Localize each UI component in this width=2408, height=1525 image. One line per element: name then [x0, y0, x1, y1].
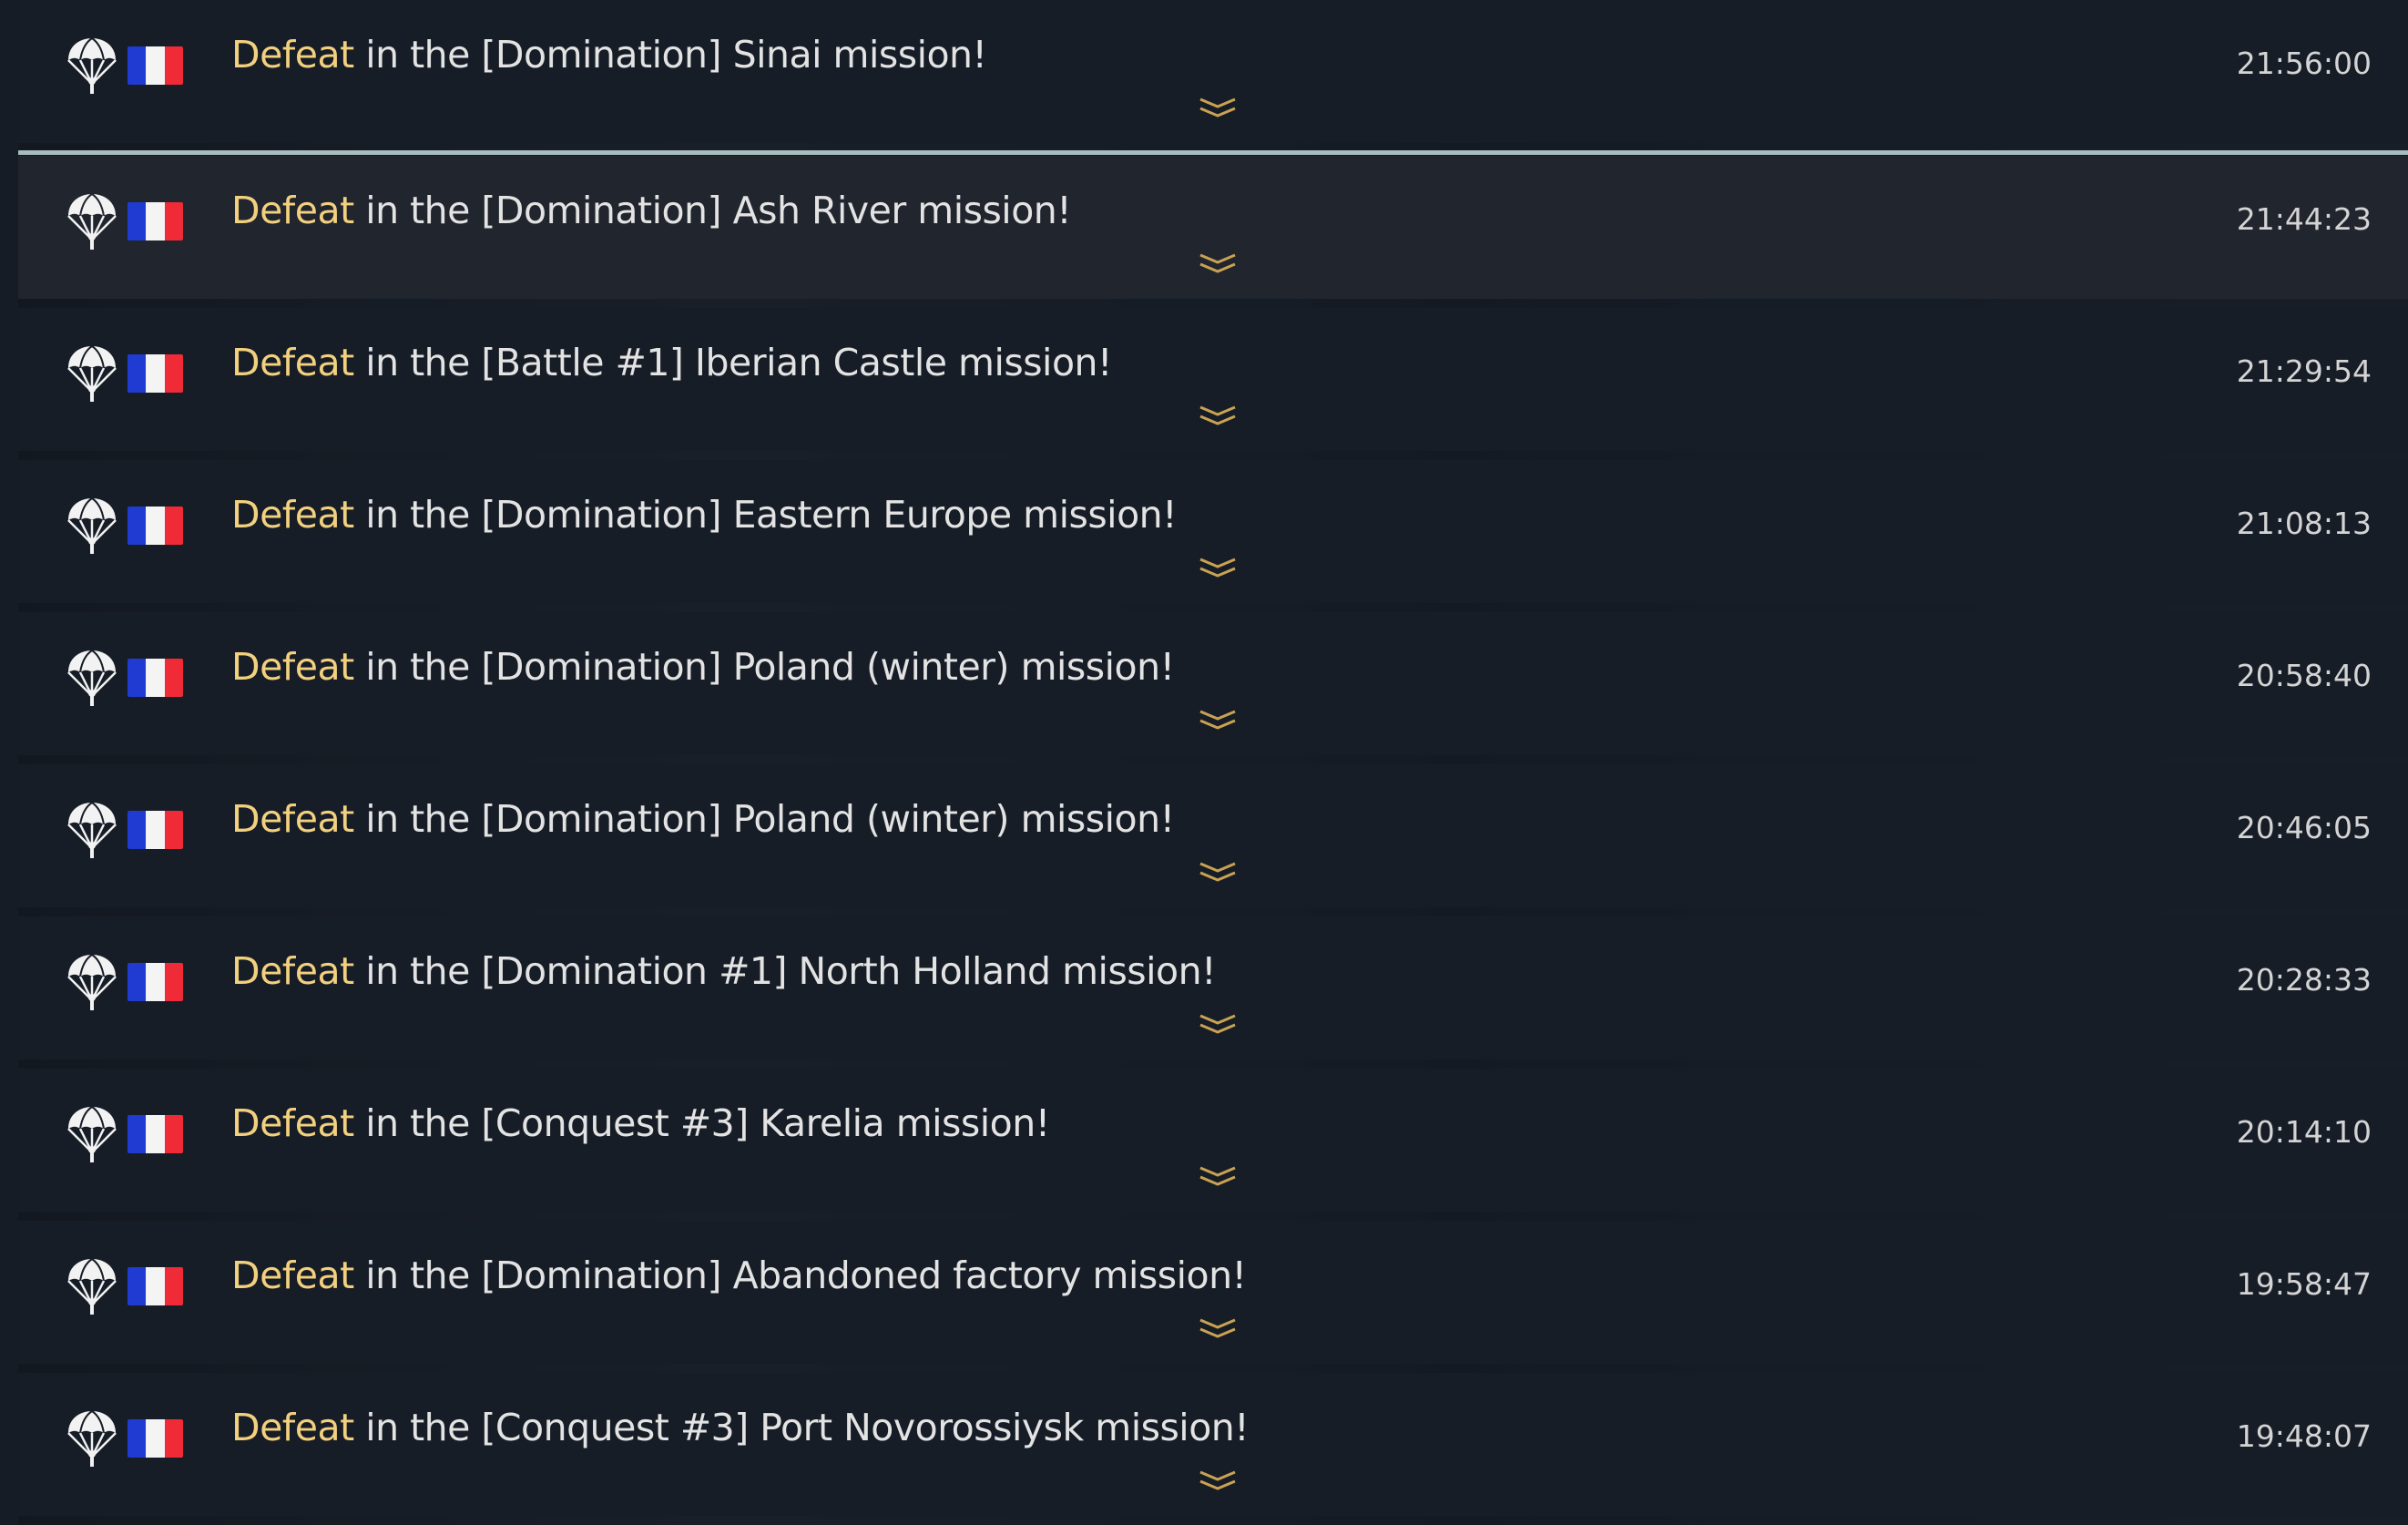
france-flag-icon	[128, 659, 183, 697]
battle-result: Defeat	[231, 797, 354, 841]
double-chevron-down-icon[interactable]	[1198, 1469, 1238, 1493]
battle-mission-text: in the [Conquest #3] Karelia mission!	[353, 1101, 1050, 1145]
battle-row[interactable]: Defeat in the [Domination] Abandoned fac…	[18, 1221, 2408, 1373]
paratrooper-icon	[67, 37, 117, 94]
battle-message: Defeat in the [Domination] Poland (winte…	[231, 797, 1175, 841]
paratrooper-icon	[67, 1410, 117, 1467]
france-flag-icon	[128, 1115, 183, 1153]
paratrooper-icon	[67, 345, 117, 402]
battle-result: Defeat	[231, 189, 354, 232]
france-flag-icon	[128, 1419, 183, 1458]
battle-mission-text: in the [Domination] Abandoned factory mi…	[353, 1254, 1247, 1297]
battle-message: Defeat in the [Conquest #3] Port Novoros…	[231, 1406, 1250, 1449]
battle-time: 21:56:00	[2236, 46, 2372, 81]
battle-row[interactable]: Defeat in the [Domination] Sinai mission…	[18, 0, 2408, 152]
battle-time: 20:28:33	[2236, 962, 2372, 998]
battle-message: Defeat in the [Battle #1] Iberian Castle…	[231, 341, 1112, 384]
battle-row[interactable]: Defeat in the [Conquest #3] Karelia miss…	[18, 1069, 2408, 1221]
battle-row[interactable]: Defeat in the [Domination #1] North Holl…	[18, 916, 2408, 1069]
france-flag-icon	[128, 507, 183, 545]
battle-result: Defeat	[231, 645, 354, 689]
france-flag-icon	[128, 46, 183, 85]
battle-time: 19:58:47	[2236, 1266, 2372, 1302]
double-chevron-down-icon[interactable]	[1198, 1013, 1238, 1037]
france-flag-icon	[128, 811, 183, 849]
battle-history-list: Defeat in the [Domination] Sinai mission…	[0, 0, 2408, 1525]
double-chevron-down-icon[interactable]	[1198, 252, 1238, 276]
battle-result: Defeat	[231, 949, 354, 993]
battle-result: Defeat	[231, 341, 354, 384]
paratrooper-icon	[67, 497, 117, 554]
paratrooper-icon	[67, 1106, 117, 1162]
battle-row[interactable]: Defeat in the [Domination] Eastern Europ…	[18, 460, 2408, 612]
battle-result: Defeat	[231, 33, 354, 77]
battle-message: Defeat in the [Domination] Ash River mis…	[231, 189, 1072, 232]
battle-mission-text: in the [Conquest #3] Port Novorossiysk m…	[353, 1406, 1250, 1449]
double-chevron-down-icon[interactable]	[1198, 97, 1238, 120]
battle-mission-text: in the [Battle #1] Iberian Castle missio…	[353, 341, 1112, 384]
battle-row-selected[interactable]: Defeat in the [Domination] Ash River mis…	[18, 150, 2408, 308]
battle-message: Defeat in the [Domination] Poland (winte…	[231, 645, 1175, 689]
battle-message: Defeat in the [Domination] Abandoned fac…	[231, 1254, 1247, 1297]
battle-mission-text: in the [Domination] Sinai mission!	[353, 33, 987, 77]
double-chevron-down-icon[interactable]	[1198, 404, 1238, 428]
france-flag-icon	[128, 354, 183, 393]
double-chevron-down-icon[interactable]	[1198, 709, 1238, 732]
double-chevron-down-icon[interactable]	[1198, 1317, 1238, 1341]
battle-time: 19:48:07	[2236, 1418, 2372, 1454]
battle-time: 20:46:05	[2236, 810, 2372, 845]
battle-result: Defeat	[231, 493, 354, 537]
paratrooper-icon	[67, 1258, 117, 1315]
battle-message: Defeat in the [Domination #1] North Holl…	[231, 949, 1217, 993]
paratrooper-icon	[67, 650, 117, 706]
france-flag-icon	[128, 202, 183, 241]
battle-mission-text: in the [Domination] Poland (winter) miss…	[353, 797, 1175, 841]
battle-mission-text: in the [Domination] Ash River mission!	[353, 189, 1072, 232]
battle-time: 20:58:40	[2236, 658, 2372, 693]
battle-time: 21:44:23	[2236, 201, 2372, 237]
battle-result: Defeat	[231, 1101, 354, 1145]
double-chevron-down-icon[interactable]	[1198, 557, 1238, 580]
battle-result: Defeat	[231, 1254, 354, 1297]
battle-message: Defeat in the [Domination] Eastern Europ…	[231, 493, 1178, 537]
battle-time: 20:14:10	[2236, 1114, 2372, 1150]
paratrooper-icon	[67, 802, 117, 858]
battle-result: Defeat	[231, 1406, 354, 1449]
france-flag-icon	[128, 1267, 183, 1305]
battle-mission-text: in the [Domination] Eastern Europe missi…	[353, 493, 1178, 537]
battle-message: Defeat in the [Domination] Sinai mission…	[231, 33, 987, 77]
battle-time: 21:08:13	[2236, 506, 2372, 541]
double-chevron-down-icon[interactable]	[1198, 861, 1238, 885]
battle-time: 21:29:54	[2236, 353, 2372, 389]
battle-row[interactable]: Defeat in the [Battle #1] Iberian Castle…	[18, 308, 2408, 460]
battle-row[interactable]: Defeat in the [Domination] Poland (winte…	[18, 612, 2408, 764]
battle-message: Defeat in the [Conquest #3] Karelia miss…	[231, 1101, 1050, 1145]
battle-row[interactable]: Defeat in the [Conquest #3] Port Novoros…	[18, 1373, 2408, 1525]
battle-mission-text: in the [Domination #1] North Holland mis…	[353, 949, 1217, 993]
france-flag-icon	[128, 963, 183, 1001]
battle-mission-text: in the [Domination] Poland (winter) miss…	[353, 645, 1175, 689]
paratrooper-icon	[67, 193, 117, 250]
paratrooper-icon	[67, 954, 117, 1010]
battle-row[interactable]: Defeat in the [Domination] Poland (winte…	[18, 764, 2408, 916]
double-chevron-down-icon[interactable]	[1198, 1165, 1238, 1189]
